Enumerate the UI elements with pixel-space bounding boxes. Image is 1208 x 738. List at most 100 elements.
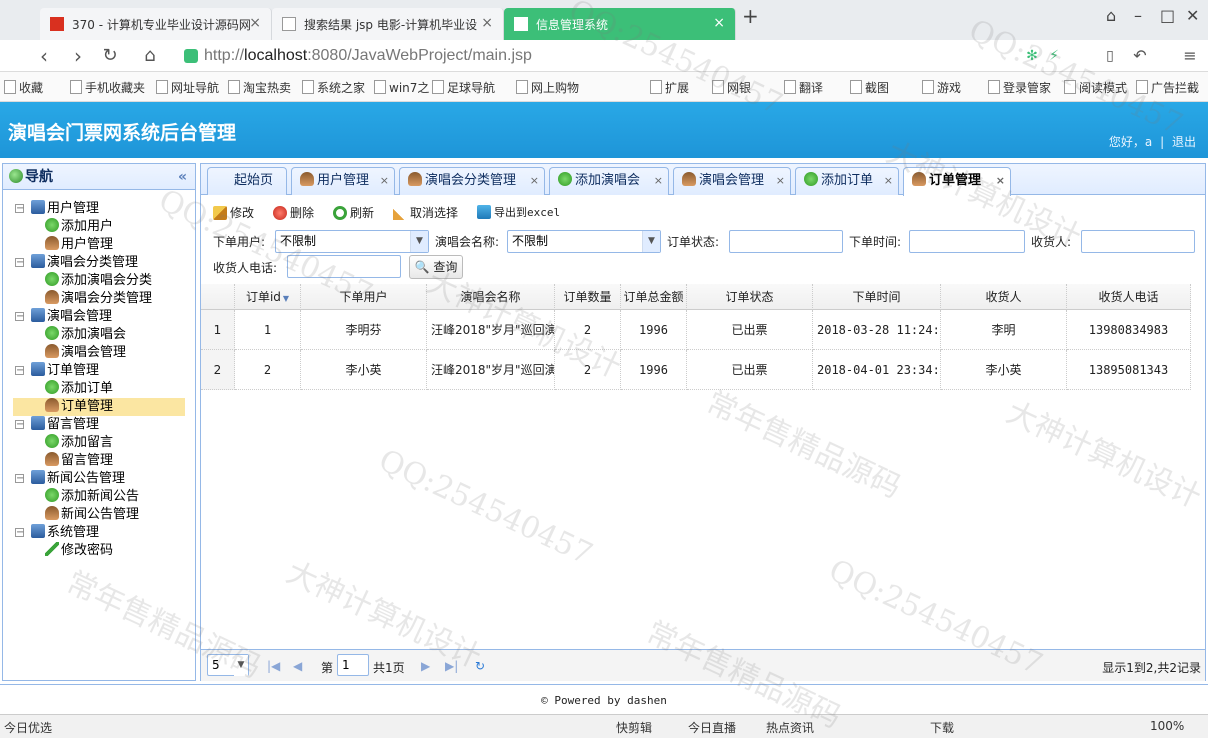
nav-item[interactable]: 新闻公告管理 bbox=[45, 506, 139, 524]
nav-item[interactable]: 添加订单 bbox=[45, 380, 113, 398]
extension-button[interactable]: 翻译 bbox=[784, 79, 823, 96]
extension-button[interactable]: 截图 bbox=[850, 79, 889, 96]
tab-home[interactable]: 起始页 bbox=[207, 167, 287, 195]
speed-icon[interactable]: ✻ bbox=[1020, 44, 1044, 68]
maximize-icon[interactable]: □ bbox=[1160, 6, 1175, 25]
tab-user-management[interactable]: 用户管理 × bbox=[291, 167, 395, 195]
prev-page-icon[interactable]: ◀ bbox=[293, 659, 302, 673]
next-page-icon[interactable]: ▶ bbox=[421, 659, 430, 673]
unselect-button[interactable]: 取消选择 bbox=[393, 204, 458, 221]
page-number-input[interactable]: 1 bbox=[337, 654, 369, 676]
new-tab-button[interactable]: + bbox=[742, 4, 759, 28]
nav-group[interactable]: 系统管理 bbox=[31, 524, 99, 542]
close-icon[interactable]: × bbox=[481, 15, 493, 31]
chevron-down-icon[interactable]: ▼ bbox=[234, 655, 248, 676]
tab-concert-category-management[interactable]: 演唱会分类管理 × bbox=[399, 167, 545, 195]
browser-tab-1[interactable]: 370 - 计算机专业毕业设计源码网 × bbox=[40, 8, 272, 40]
receiver-phone-input[interactable] bbox=[287, 255, 401, 278]
close-icon[interactable]: × bbox=[713, 15, 725, 31]
collapse-toggle-icon[interactable]: − bbox=[15, 474, 24, 484]
bookmark-item[interactable]: win7之 bbox=[374, 79, 429, 96]
order-time-input[interactable] bbox=[909, 230, 1025, 253]
column-header[interactable]: 演唱会名称 bbox=[427, 284, 555, 310]
status-left[interactable]: 今日优选 bbox=[4, 719, 52, 736]
status-item[interactable]: 热点资讯 bbox=[766, 719, 814, 736]
column-header[interactable]: 下单用户 bbox=[301, 284, 427, 310]
last-page-icon[interactable]: ▶| bbox=[445, 659, 458, 673]
extension-button[interactable]: 扩展 bbox=[650, 79, 689, 96]
table-cell[interactable]: 李明 bbox=[941, 310, 1067, 350]
browser-tab-2[interactable]: 搜索结果 jsp 电影-计算机毕业设 × bbox=[272, 8, 504, 40]
column-header[interactable]: 收货人 bbox=[941, 284, 1067, 310]
order-state-input[interactable] bbox=[729, 230, 843, 253]
table-cell[interactable]: 李小英 bbox=[941, 350, 1067, 390]
table-cell[interactable]: 1 bbox=[235, 310, 301, 350]
edit-button[interactable]: 修改 bbox=[213, 204, 254, 221]
tab-concert-management[interactable]: 演唱会管理 × bbox=[673, 167, 791, 195]
nav-item[interactable]: 演唱会分类管理 bbox=[45, 290, 152, 308]
logout-link[interactable]: 退出 bbox=[1172, 135, 1196, 149]
column-header[interactable]: 下单时间 bbox=[813, 284, 941, 310]
export-button[interactable]: 导出到excel bbox=[477, 204, 560, 220]
zoom-level[interactable]: 100% bbox=[1150, 719, 1184, 733]
concert-filter-select[interactable]: 不限制 ▼ bbox=[507, 230, 661, 253]
table-cell[interactable]: 已出票 bbox=[687, 310, 813, 350]
collapse-toggle-icon[interactable]: − bbox=[15, 420, 24, 430]
close-window-icon[interactable]: ✕ bbox=[1186, 6, 1199, 25]
undo-icon[interactable]: ↶ bbox=[1128, 44, 1152, 68]
nav-group[interactable]: 演唱会分类管理 bbox=[31, 254, 138, 272]
extension-button[interactable]: 游戏 bbox=[922, 79, 961, 96]
search-button[interactable]: 🔍 查询 bbox=[409, 255, 463, 279]
table-cell[interactable]: 13980834983 bbox=[1067, 310, 1191, 350]
extension-button[interactable]: 广告拦截 bbox=[1136, 79, 1199, 96]
nav-item[interactable]: 演唱会管理 bbox=[45, 344, 126, 362]
minimize-icon[interactable]: – bbox=[1134, 6, 1142, 25]
bookmark-item[interactable]: 收藏 bbox=[4, 79, 43, 96]
collapse-icon[interactable]: « bbox=[178, 164, 187, 190]
refresh-button[interactable]: 刷新 bbox=[333, 204, 374, 221]
close-icon[interactable]: × bbox=[530, 168, 539, 194]
bookmark-item[interactable]: 足球导航 bbox=[432, 79, 495, 96]
column-header[interactable]: 订单状态 bbox=[687, 284, 813, 310]
close-icon[interactable]: × bbox=[996, 168, 1005, 194]
nav-item[interactable]: 添加新闻公告 bbox=[45, 488, 139, 506]
tab-add-concert[interactable]: 添加演唱会 × bbox=[549, 167, 669, 195]
lightning-icon[interactable]: ⚡ bbox=[1042, 44, 1066, 68]
table-cell[interactable]: 13895081343 bbox=[1067, 350, 1191, 390]
column-header[interactable]: 订单总金额 bbox=[621, 284, 687, 310]
column-header[interactable]: 订单数量 bbox=[555, 284, 621, 310]
browser-tab-3[interactable]: 信息管理系统 × bbox=[504, 8, 736, 40]
status-item[interactable]: 下载 bbox=[930, 719, 954, 736]
bookmark-item[interactable]: 淘宝热卖 bbox=[228, 79, 291, 96]
receiver-input[interactable] bbox=[1081, 230, 1195, 253]
status-item[interactable]: 今日直播 bbox=[688, 719, 736, 736]
table-cell[interactable]: 李明芬 bbox=[301, 310, 427, 350]
forward-icon[interactable]: › bbox=[66, 44, 90, 68]
nav-item[interactable]: 用户管理 bbox=[45, 236, 113, 254]
table-cell[interactable]: 1996 bbox=[621, 350, 687, 390]
close-icon[interactable]: × bbox=[776, 168, 785, 194]
phone-icon[interactable]: ▯ bbox=[1098, 44, 1122, 68]
extension-button[interactable]: 登录管家 bbox=[988, 79, 1051, 96]
bookmark-item[interactable]: 网址导航 bbox=[156, 79, 219, 96]
nav-group[interactable]: 用户管理 bbox=[31, 200, 99, 218]
table-cell[interactable]: 2018-04-01 23:34:30 bbox=[813, 350, 941, 390]
bookmark-item[interactable]: 系统之家 bbox=[302, 79, 365, 96]
collapse-toggle-icon[interactable]: − bbox=[15, 258, 24, 268]
close-icon[interactable]: × bbox=[249, 15, 261, 31]
first-page-icon[interactable]: |◀ bbox=[267, 659, 280, 673]
table-cell[interactable]: 已出票 bbox=[687, 350, 813, 390]
chevron-down-icon[interactable]: ▼ bbox=[642, 231, 660, 252]
table-cell[interactable]: 1996 bbox=[621, 310, 687, 350]
column-header[interactable]: 收货人电话 bbox=[1067, 284, 1191, 310]
collapse-toggle-icon[interactable]: − bbox=[15, 312, 24, 322]
column-header[interactable]: 订单id ▼ bbox=[235, 284, 301, 310]
shirt-icon[interactable]: ⌂ bbox=[1106, 6, 1116, 25]
back-icon[interactable]: ‹ bbox=[32, 44, 56, 68]
nav-item[interactable]: 修改密码 bbox=[45, 542, 113, 560]
bookmark-item[interactable]: 网上购物 bbox=[516, 79, 579, 96]
tab-order-management[interactable]: 订单管理 × bbox=[903, 167, 1011, 196]
nav-group[interactable]: 留言管理 bbox=[31, 416, 99, 434]
table-cell[interactable]: 2 bbox=[235, 350, 301, 390]
close-icon[interactable]: × bbox=[654, 168, 663, 194]
